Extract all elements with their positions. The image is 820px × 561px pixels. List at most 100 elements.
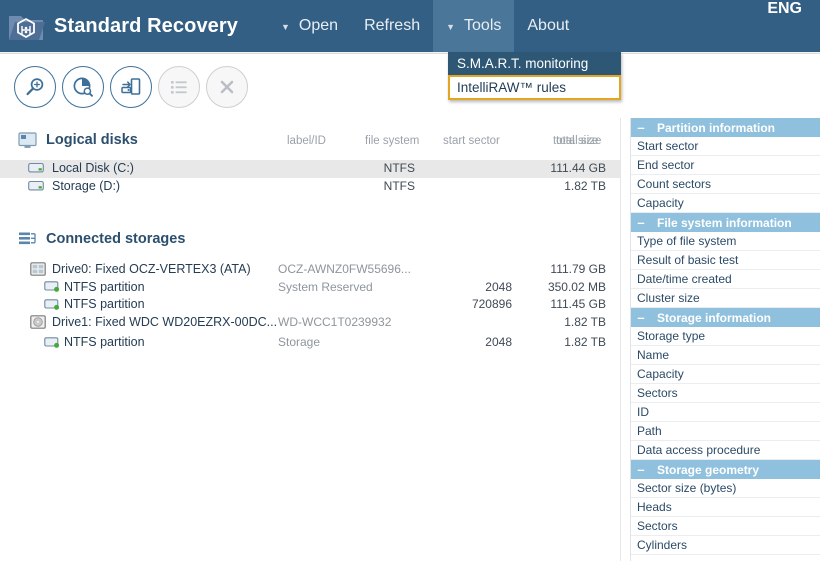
row-label-id: WD-WCC1T0239932 [278,314,392,329]
connected-storages-list: Drive0: Fixed OCZ-VERTEX3 (ATA) OCZ-AWNZ… [0,261,620,352]
hdd-icon [30,314,46,329]
main-content-panel: Logical disks file system total size Loc… [0,118,620,561]
menu-item-about-label: About [527,17,570,34]
sidebar-property-row[interactable]: Sectors [631,517,820,536]
create-image-button[interactable] [110,65,152,108]
app-logo-icon [0,0,52,52]
row-name: Local Disk (C:) [52,161,134,175]
table-row[interactable]: Local Disk (C:) NTFS 111.44 GB [0,160,620,178]
drive-icon [28,161,44,175]
close-x-icon [216,76,238,98]
sidebar-group-title: Partition information [657,120,775,135]
sidebar-group-title: File system information [657,215,792,230]
row-name: Storage (D:) [52,178,121,193]
table-row[interactable]: Storage (D:) NTFS 1.82 TB [0,178,620,196]
app-title: Standard Recovery [54,14,238,37]
connected-storages-header: Connected storages label/ID start sector… [0,135,620,253]
sidebar-group-file-system-information[interactable]: – File system information [631,213,820,232]
magnifier-icon [23,75,47,99]
partition-icon [44,280,60,294]
sidebar-property-row[interactable]: Type of file system [631,232,820,251]
row-total-size: 1.82 TB [564,314,606,329]
chevron-down-icon: ▼ [446,21,456,32]
sidebar-property-row[interactable]: Result of basic test [631,251,820,270]
sidebar-property-row[interactable]: Count sectors [631,175,820,194]
vertical-scrollbar[interactable] [620,118,628,561]
sidebar-property-row[interactable]: Capacity [631,194,820,213]
table-row[interactable]: NTFS partition System Reserved 2048 350.… [0,279,620,297]
row-name: NTFS partition [64,297,145,311]
menu-item-refresh-label: Refresh [364,17,421,34]
pie-search-icon [71,75,95,99]
collapse-minus-icon[interactable]: – [631,310,651,325]
sidebar-property-row[interactable]: Name [631,346,820,365]
sidebar-group-title: Storage geometry [657,462,760,477]
list-view-button[interactable] [158,65,200,108]
menu-item-open-label: Open [298,17,339,34]
table-row[interactable]: Drive1: Fixed WDC WD20EZRX-00DC... WD-WC… [0,314,620,332]
sidebar-property-row[interactable]: Data access procedure [631,441,820,460]
row-label-id: Storage [278,335,321,349]
sidebar-property-row[interactable]: Heads [631,498,820,517]
row-total-size: 111.79 GB [550,262,606,276]
sidebar-property-row[interactable]: Sectors [631,384,820,403]
row-name: Drive0: Fixed OCZ-VERTEX3 (ATA) [52,262,251,276]
sidebar-group-storage-geometry[interactable]: – Storage geometry [631,460,820,479]
sidebar-property-row[interactable]: Start sector [631,137,820,156]
language-selector[interactable]: ENG [767,0,802,52]
column-header-label-id: label/ID [287,135,326,147]
sidebar-property-row[interactable]: Sector size (bytes) [631,479,820,498]
sidebar-property-row[interactable]: Cluster size [631,289,820,308]
menu-item-refresh[interactable]: Refresh [351,0,433,52]
storages-icon [18,231,40,248]
collapse-minus-icon[interactable]: – [631,215,651,230]
sidebar-property-row[interactable]: Path [631,422,820,441]
menu-bar-items: ▼ Open Refresh ▼ Tools About ENG [268,0,820,52]
table-row[interactable]: Drive0: Fixed OCZ-VERTEX3 (ATA) OCZ-AWNZ… [0,261,620,279]
sidebar-group-title: Storage information [657,310,772,325]
header-separator [0,52,820,54]
application-window: Standard Recovery ▼ Open Refresh ▼ Tools… [0,0,820,561]
monitor-icon [18,131,40,149]
sidebar-property-row[interactable]: ID [631,403,820,422]
chevron-down-icon: ▼ [281,21,290,32]
column-header-start-sector: start sector [443,135,500,147]
logical-disks-title: Logical disks [46,132,138,148]
sidebar-property-row[interactable]: Capacity [631,365,820,384]
row-name: NTFS partition [64,279,145,294]
title-menu-bar: Standard Recovery ▼ Open Refresh ▼ Tools… [0,0,820,52]
collapse-minus-icon[interactable]: – [631,120,651,135]
toolbar [0,55,820,118]
sidebar-property-row[interactable]: Storage type [631,327,820,346]
row-total-size: 1.82 TB [564,178,606,193]
menu-item-about[interactable]: About [514,0,582,52]
menu-item-open[interactable]: ▼ Open [268,0,351,52]
sidebar-property-row[interactable]: End sector [631,156,820,175]
menu-item-tools[interactable]: ▼ Tools [433,0,515,52]
table-row[interactable]: NTFS partition 720896 111.45 GB [0,296,620,314]
menu-item-tools-label: Tools [464,17,502,34]
list-icon [168,76,190,98]
menu-option-intelliraw-rules[interactable]: IntelliRAW™ rules [448,75,621,100]
collapse-minus-icon[interactable]: – [631,462,651,477]
disk-analysis-button[interactable] [62,65,104,108]
row-file-system: NTFS [383,178,415,193]
close-button[interactable] [206,65,248,108]
sidebar-property-row[interactable]: Date/time created [631,270,820,289]
drive-icon [28,179,44,193]
row-total-size: 111.44 GB [550,161,606,175]
column-header-file-system: file system [365,135,420,147]
row-file-system: NTFS [383,161,415,175]
search-disk-button[interactable] [14,65,56,108]
sidebar-group-partition-information[interactable]: – Partition information [631,118,820,137]
partition-icon [44,297,60,311]
sidebar-property-row[interactable]: Cylinders [631,536,820,555]
sidebar-group-storage-information[interactable]: – Storage information [631,308,820,327]
table-row[interactable]: NTFS partition Storage 2048 1.82 TB [0,334,620,352]
row-label-id: System Reserved [278,279,373,294]
ssd-icon [30,262,46,276]
disk-image-icon [119,75,143,99]
menu-option-smart-monitoring[interactable]: S.M.A.R.T. monitoring [448,52,621,75]
logical-disks-list: Local Disk (C:) NTFS 111.44 GB Storage (… [0,160,620,195]
row-total-size: 111.45 GB [550,297,606,311]
